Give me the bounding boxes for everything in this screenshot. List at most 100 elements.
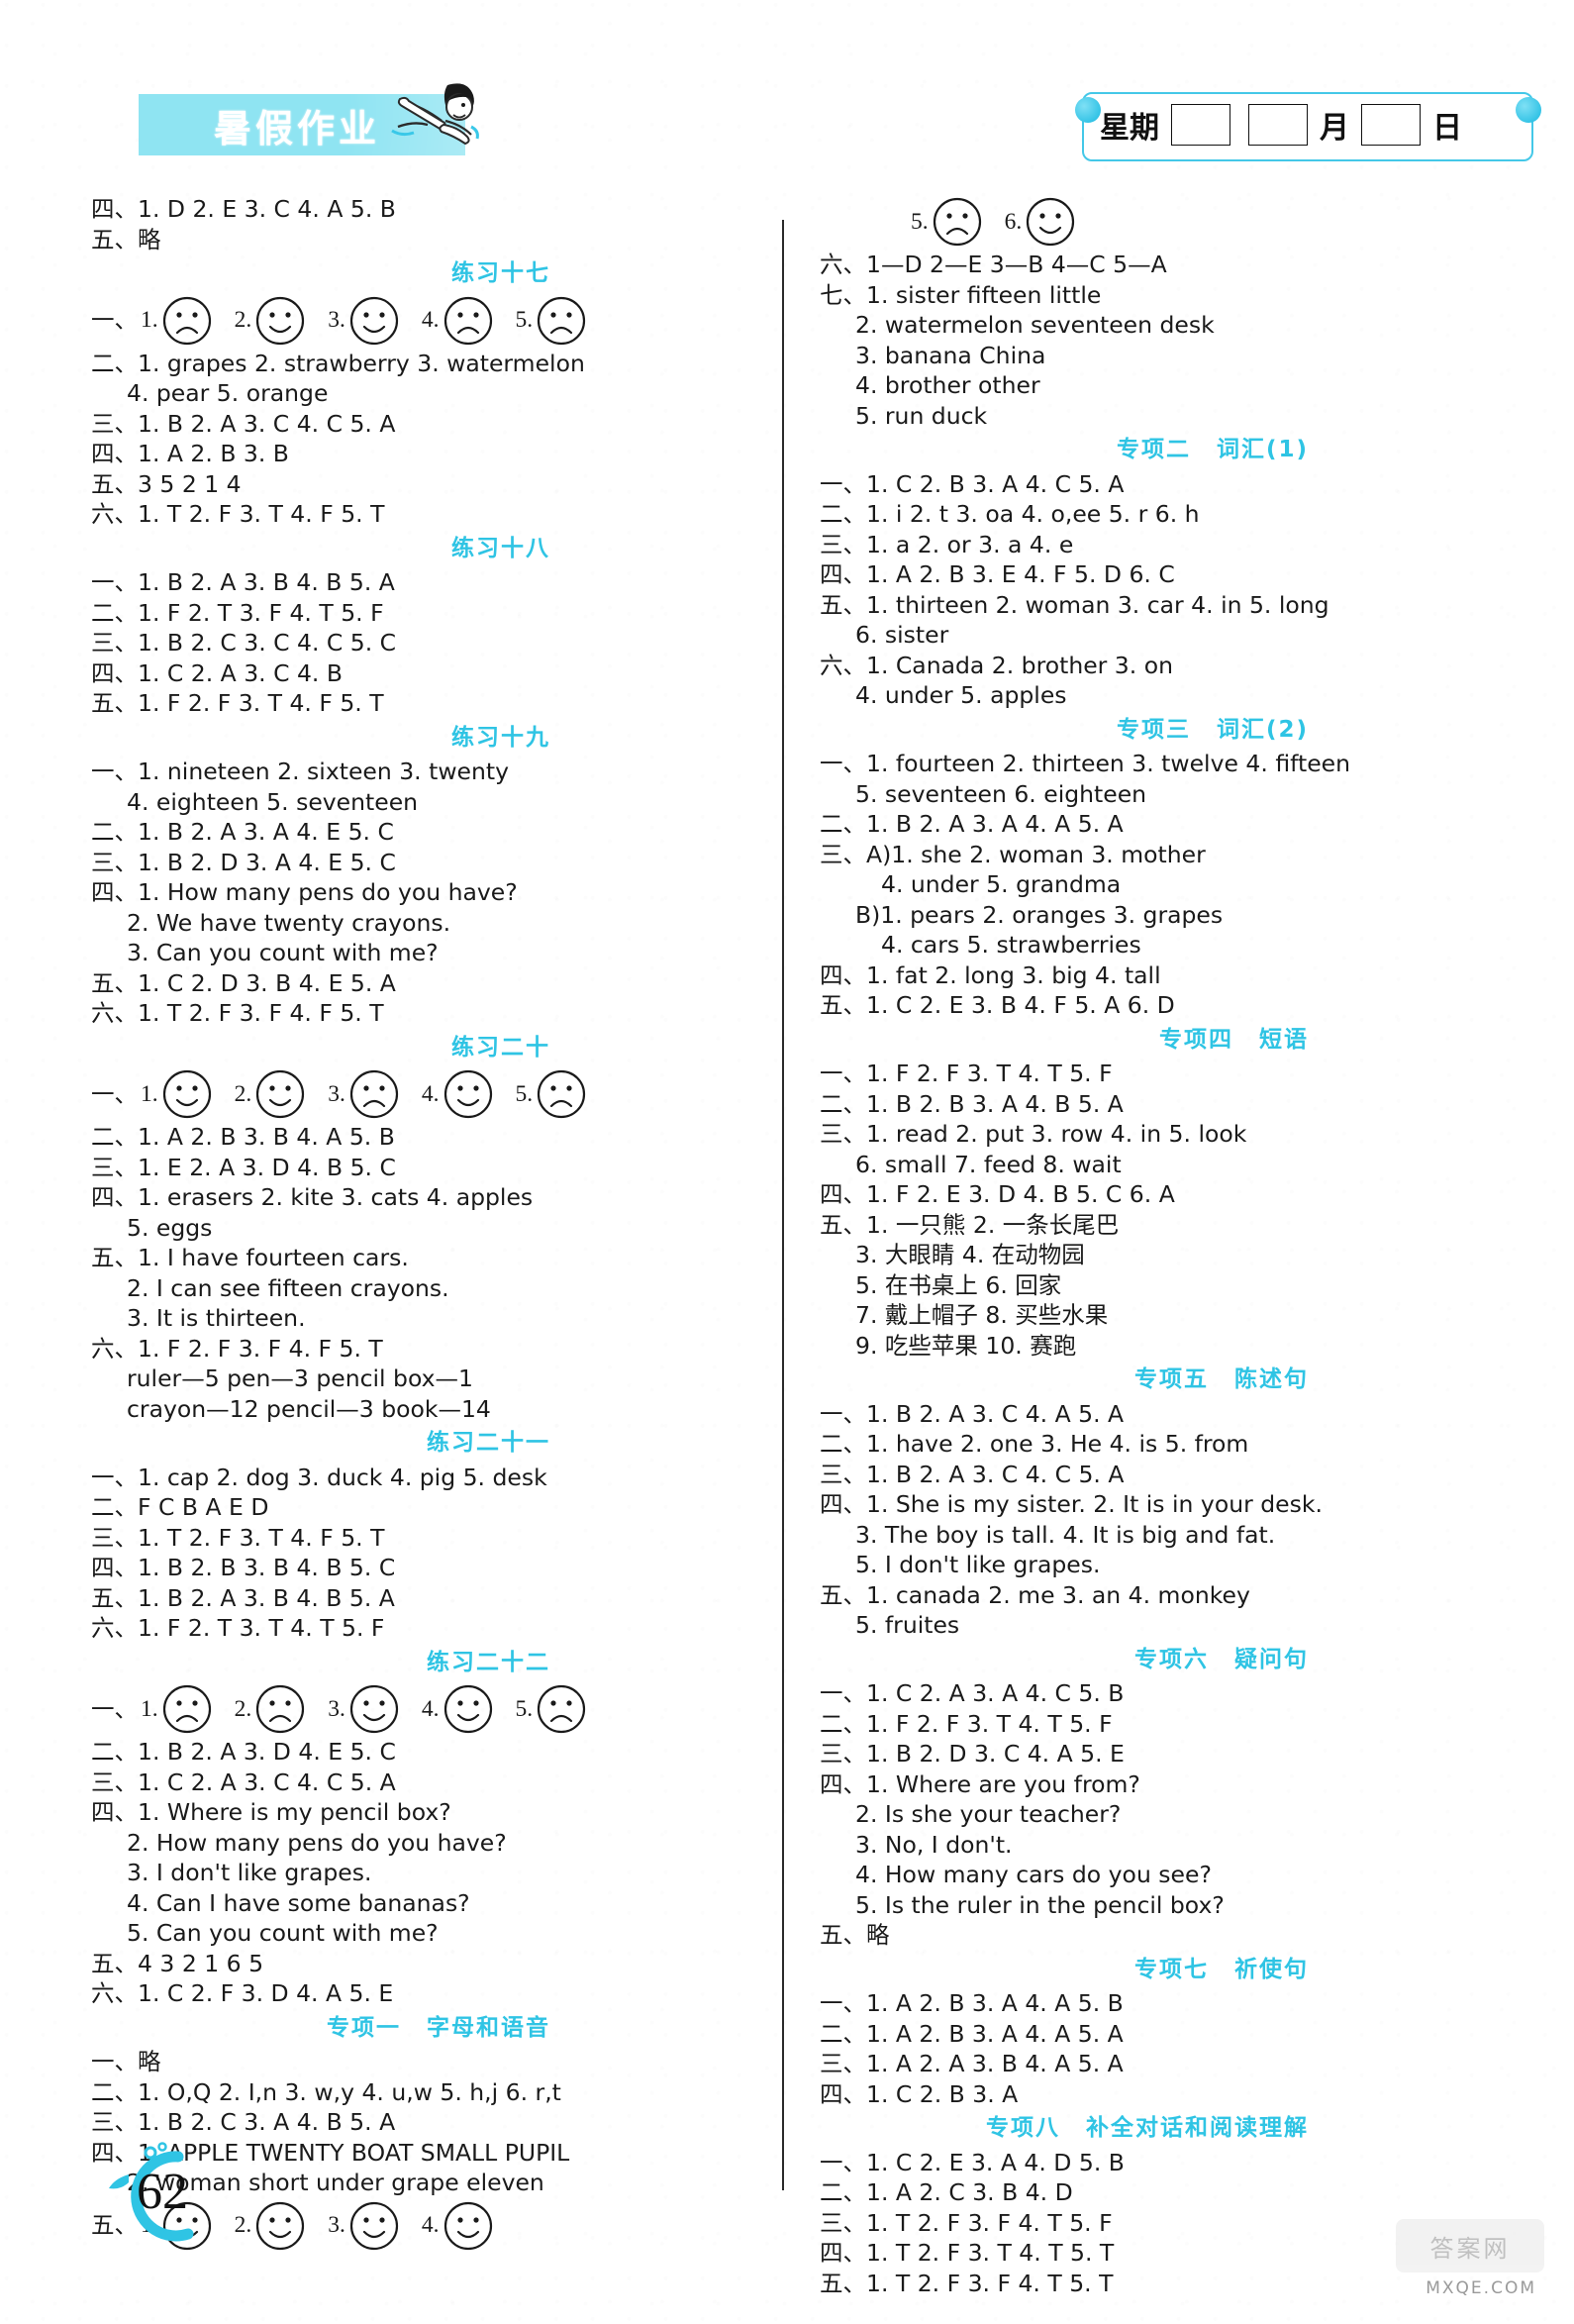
sad-face-icon [162,1684,211,1734]
happy-face-icon [443,1069,492,1119]
answer-row-prefix: 一、 [91,306,138,335]
face-answer-index: 3. [328,1080,345,1107]
section-heading-label: 专项一 [327,2014,401,2041]
day-input[interactable] [1361,104,1421,146]
answer-line: 四、1. B 2. B 3. B 4. B 5. C [91,1554,396,1581]
face-answer-item: 5. [516,295,610,347]
section-heading: 练习二十二 [91,1644,556,1682]
face-answer-row: 一、 1. 2. 3. 4. 5. [91,1683,586,1735]
answer-line: 六、1. F 2. F 3. F 4. F 5. T [91,1334,383,1363]
weekday-input[interactable] [1171,104,1230,146]
answer-line: 6. small 7. feed 8. wait [855,1150,1122,1178]
answer-line: 一、1. A 2. B 3. A 4. A 5. B [820,1989,1124,2017]
section-heading: 专项四 短语 [820,1021,1315,1060]
face-answer-index: 5. [515,1695,534,1722]
face-answer-index: 3. [328,307,345,334]
section-heading-label: 专项二 [1116,437,1191,462]
answer-line: 五、1. C 2. D 3. B 4. E 5. A [91,968,396,997]
answer-line: 五、略 [91,225,161,253]
answer-line: 3. I don't like grapes. [127,1859,372,1886]
section-heading: 练习二十一 [91,1424,556,1463]
sad-face-icon [538,1684,586,1734]
section-heading: 练习十七 [91,254,556,293]
face-answer-index: 4. [421,2212,440,2239]
answer-line: 二、1. F 2. F 3. T 4. T 5. F [820,1709,1113,1738]
answer-line: 一、略 [91,2048,161,2075]
answer-line: 三、1. B 2. A 3. C 4. C 5. A [91,409,396,438]
answer-line: 五、略 [820,1921,890,1949]
sad-face-icon [162,296,211,345]
answer-line: 三、1. E 2. A 3. D 4. B 5. C [91,1153,396,1181]
answer-line: 四、1. T 2. F 3. T 4. T 5. T [820,2239,1115,2267]
answer-line: 2. watermelon seventeen desk [855,311,1215,339]
answer-line: 3. The boy is tall. 4. It is big and fat… [855,1520,1276,1549]
answer-line: 六、1—D 2—E 3—B 4—C 5—A [820,251,1167,278]
sad-face-icon [256,1684,305,1734]
answer-line: 五、1. T 2. F 3. F 4. T 5. T [820,2269,1114,2297]
section-heading-subject: 祈使句 [1234,1956,1309,1982]
section-heading-subject: 疑问句 [1234,1646,1309,1672]
answer-line: 一、1. cap 2. dog 3. duck 4. pig 5. desk [91,1463,547,1491]
answer-line: 一、1. C 2. E 3. A 4. D 5. B [820,2148,1125,2176]
face-answer-index: 2. [234,307,252,334]
answer-line: 五、3 5 2 1 4 [91,469,242,498]
face-answer-row: 一、 1. 2. 3. 4. 5. [91,295,586,347]
happy-face-icon [443,2201,492,2250]
happy-face-icon [443,1684,492,1734]
answer-line: 四、1. C 2. B 3. A [820,2079,1019,2108]
answer-line: 四、1. Where are you from? [820,1769,1140,1798]
answer-line: 三、1. read 2. put 3. row 4. in 5. look [820,1120,1247,1148]
face-answer-index: 5. [515,307,534,334]
answer-line: 5. run duck [855,401,988,430]
answer-line: 2. I can see fifteen crayons. [127,1273,449,1302]
face-answer-item: 4. [422,1683,516,1735]
answer-line: 三、1. a 2. or 3. a 4. e [820,530,1074,558]
section-heading-subject: 字母和语音 [427,2014,550,2041]
section-heading-label: 练习十九 [451,724,550,751]
answer-line: 三、1. T 2. F 3. F 4. T 5. F [820,2208,1113,2237]
answer-line: 一、1. B 2. A 3. C 4. A 5. A [820,1399,1125,1428]
happy-face-icon [349,1684,398,1734]
answer-line: 一、1. F 2. F 3. T 4. T 5. F [820,1060,1113,1087]
answer-line: 一、1. C 2. B 3. A 4. C 5. A [820,469,1125,498]
happy-face-icon [1027,197,1075,247]
section-heading: 专项七 祈使句 [820,1951,1315,1989]
answer-line: 五、1. C 2. E 3. B 4. F 5. A 6. D [820,991,1175,1019]
day-label: 日 [1432,111,1462,146]
sad-face-icon [933,197,981,247]
answer-line: 三、A)1. she 2. woman 3. mother [820,840,1206,868]
answer-line: 六、1. T 2. F 3. F 4. F 5. T [91,999,384,1027]
face-answer-item: 4. [422,2200,516,2252]
answer-line: 三、1. B 2. C 3. A 4. B 5. A [91,2108,396,2136]
column-divider [782,220,784,2190]
face-answer-index: 1. [141,1695,158,1722]
answer-line: 三、1. B 2. D 3. C 4. A 5. E [820,1740,1125,1768]
watermark-text: MXQE.COM [1426,2278,1536,2298]
left-answer-column: 四、1. D 2. E 3. C 4. A 5. B 五、略 练习十七 一、 1. 2. 3… [91,194,586,2254]
answer-line: 六、1. F 2. T 3. T 4. T 5. F [91,1614,385,1642]
section-heading-label: 练习二十二 [427,1649,550,1675]
month-input[interactable] [1248,104,1308,146]
face-answer-item: 3. [328,1683,422,1735]
face-answer-item: 1. [141,1068,235,1120]
section-heading-label: 专项八 [986,2115,1060,2141]
answer-line: 4. pear 5. orange [127,379,329,407]
answer-line: 四、1. F 2. E 3. D 4. B 5. C 6. A [820,1180,1175,1208]
section-heading: 专项八 补全对话和阅读理解 [820,2109,1315,2148]
answer-line: 4. brother other [855,371,1040,399]
answer-line: 2. We have twenty crayons. [127,908,451,937]
answer-line: 5. I don't like grapes. [855,1551,1101,1578]
answer-line: 二、1. B 2. B 3. A 4. B 5. A [820,1089,1124,1118]
section-heading-label: 专项三 [1116,716,1191,743]
section-heading: 练习二十 [91,1029,556,1067]
face-answer-item: 1. [141,295,235,347]
answer-line: 5. eggs [127,1213,213,1242]
answer-line: 六、1. Canada 2. brother 3. on [820,651,1173,679]
section-heading-label: 专项七 [1134,1956,1209,1982]
face-answer-index: 1. [141,307,158,334]
sad-face-icon [443,296,492,345]
header-dot-left-icon [1075,97,1101,123]
answer-line: ruler—5 pen—3 pencil box—1 [127,1364,473,1392]
page-number-badge: 62 [77,2137,265,2256]
face-answer-index: 5. [911,208,929,235]
